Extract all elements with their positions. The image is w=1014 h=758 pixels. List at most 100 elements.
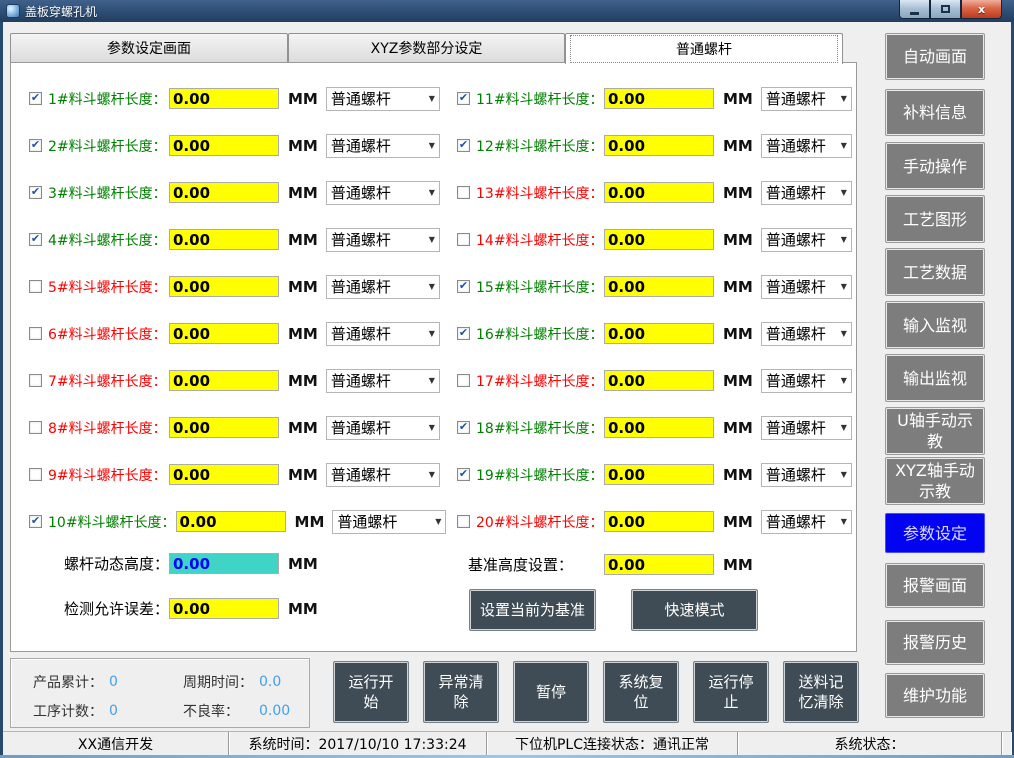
minimize-button[interactable] [899, 0, 930, 19]
hopper-checkbox[interactable]: ✔ [29, 421, 42, 434]
sidebar-button[interactable]: 报警历史 [885, 620, 985, 665]
control-button[interactable]: 暂停 [513, 661, 589, 723]
hopper-row: ✔14#料斗螺杆长度：0.00MM普通螺杆▼ [457, 216, 852, 263]
sidebar-button[interactable]: 手动操作 [885, 142, 985, 190]
dynamic-height-label: 螺杆动态高度： [19, 553, 169, 574]
sidebar-button[interactable]: U轴手动示教 [885, 407, 985, 455]
hopper-checkbox[interactable]: ✔ [457, 186, 470, 199]
screw-length-input[interactable]: 0.00 [604, 370, 714, 391]
hopper-checkbox[interactable]: ✔ [457, 515, 470, 528]
hopper-checkbox[interactable]: ✔ [29, 327, 42, 340]
screw-length-input[interactable]: 0.00 [604, 135, 714, 156]
close-button[interactable]: x [961, 0, 1002, 19]
hopper-checkbox[interactable]: ✔ [457, 92, 470, 105]
title-bar: 盖板穿螺孔机 x [0, 0, 1014, 22]
sidebar-button[interactable]: 参数设定 [885, 513, 985, 553]
screw-type-select[interactable]: 普通螺杆▼ [761, 463, 852, 487]
hopper-checkbox[interactable]: ✔ [29, 139, 42, 152]
screw-length-input[interactable]: 0.00 [604, 323, 714, 344]
screw-type-select[interactable]: 普通螺杆▼ [761, 228, 852, 252]
screw-type-select[interactable]: 普通螺杆▼ [761, 181, 852, 205]
sidebar-button[interactable]: 自动画面 [885, 33, 985, 80]
hopper-checkbox[interactable]: ✔ [29, 515, 42, 528]
sidebar-button[interactable]: 补料信息 [885, 89, 985, 136]
screw-length-input[interactable]: 0.00 [169, 88, 279, 109]
hopper-checkbox[interactable]: ✔ [29, 92, 42, 105]
sidebar-button[interactable]: 输出监视 [885, 354, 985, 402]
screw-type-select[interactable]: 普通螺杆▼ [326, 322, 440, 346]
screw-length-input[interactable]: 0.00 [604, 464, 714, 485]
hopper-checkbox[interactable]: ✔ [457, 327, 470, 340]
hopper-row: ✔4#料斗螺杆长度：0.00MM普通螺杆▼ [29, 216, 446, 263]
screw-length-input[interactable]: 0.00 [169, 323, 279, 344]
screw-type-select[interactable]: 普通螺杆▼ [326, 275, 440, 299]
screw-length-input[interactable]: 0.00 [169, 135, 279, 156]
screw-type-select[interactable]: 普通螺杆▼ [326, 416, 440, 440]
tab-item[interactable]: 参数设定画面 [10, 33, 288, 62]
control-button[interactable]: 异常清除 [423, 661, 499, 723]
control-button[interactable]: 送料记忆清除 [783, 661, 859, 723]
base-height-input[interactable]: 0.00 [604, 554, 714, 575]
screw-type-select[interactable]: 普通螺杆▼ [326, 228, 440, 252]
set-current-as-base-button[interactable]: 设置当前为基准 [469, 589, 596, 631]
sidebar-button[interactable]: 维护功能 [885, 673, 985, 718]
screw-length-input[interactable]: 0.00 [604, 182, 714, 203]
screw-length-input[interactable]: 0.00 [169, 417, 279, 438]
hopper-checkbox[interactable]: ✔ [29, 280, 42, 293]
screw-type-value: 普通螺杆 [766, 88, 826, 109]
screw-type-value: 普通螺杆 [331, 229, 391, 250]
control-button[interactable]: 运行停止 [693, 661, 769, 723]
hopper-checkbox[interactable]: ✔ [29, 468, 42, 481]
sidebar-button[interactable]: 工艺图形 [885, 195, 985, 243]
screw-type-select[interactable]: 普通螺杆▼ [326, 369, 440, 393]
tolerance-input[interactable]: 0.00 [169, 598, 279, 619]
screw-length-input[interactable]: 0.00 [604, 276, 714, 297]
screw-length-input[interactable]: 0.00 [169, 276, 279, 297]
screw-type-select[interactable]: 普通螺杆▼ [761, 416, 852, 440]
hopper-checkbox[interactable]: ✔ [457, 468, 470, 481]
hopper-checkbox[interactable]: ✔ [29, 186, 42, 199]
screw-type-select[interactable]: 普通螺杆▼ [761, 322, 852, 346]
sidebar-button[interactable]: XYZ轴手动示教 [885, 457, 985, 505]
hopper-checkbox[interactable]: ✔ [29, 374, 42, 387]
maximize-button[interactable] [930, 0, 961, 19]
screw-length-input[interactable]: 0.00 [604, 229, 714, 250]
screw-type-select[interactable]: 普通螺杆▼ [326, 134, 440, 158]
screw-length-input[interactable]: 0.00 [169, 182, 279, 203]
control-button[interactable]: 运行开始 [333, 661, 409, 723]
sidebar-button[interactable]: 工艺数据 [885, 248, 985, 296]
screw-type-value: 普通螺杆 [766, 182, 826, 203]
screw-length-input[interactable]: 0.00 [169, 464, 279, 485]
hopper-checkbox[interactable]: ✔ [29, 233, 42, 246]
fast-mode-button[interactable]: 快速模式 [631, 589, 758, 631]
screw-length-input[interactable]: 0.00 [604, 88, 714, 109]
screw-length-input[interactable]: 0.00 [169, 229, 279, 250]
screw-length-input[interactable]: 0.00 [169, 370, 279, 391]
screw-type-select[interactable]: 普通螺杆▼ [326, 463, 440, 487]
hopper-checkbox[interactable]: ✔ [457, 374, 470, 387]
screw-length-input[interactable]: 0.00 [604, 417, 714, 438]
hopper-checkbox[interactable]: ✔ [457, 421, 470, 434]
screw-type-value: 普通螺杆 [766, 464, 826, 485]
sidebar-button[interactable]: 输入监视 [885, 301, 985, 349]
screw-type-select[interactable]: 普通螺杆▼ [761, 134, 852, 158]
tolerance-row: 检测允许误差： 0.00 MM [19, 598, 318, 619]
hopper-checkbox[interactable]: ✔ [457, 233, 470, 246]
screw-type-select[interactable]: 普通螺杆▼ [326, 87, 440, 111]
control-button[interactable]: 系统复位 [603, 661, 679, 723]
screw-length-input[interactable]: 0.00 [604, 511, 714, 532]
tab-item[interactable]: XYZ参数部分设定 [288, 33, 565, 62]
screw-type-select[interactable]: 普通螺杆▼ [326, 181, 440, 205]
screw-type-select[interactable]: 普通螺杆▼ [761, 369, 852, 393]
hopper-checkbox[interactable]: ✔ [457, 280, 470, 293]
screw-type-select[interactable]: 普通螺杆▼ [761, 275, 852, 299]
screw-length-input[interactable]: 0.00 [176, 511, 286, 532]
screw-type-select[interactable]: 普通螺杆▼ [761, 510, 852, 534]
sidebar-button[interactable]: 报警画面 [885, 563, 985, 608]
hopper-checkbox[interactable]: ✔ [457, 139, 470, 152]
screw-type-select[interactable]: 普通螺杆▼ [761, 87, 852, 111]
dropdown-arrow-icon: ▼ [429, 423, 435, 432]
screw-type-select[interactable]: 普通螺杆▼ [332, 510, 446, 534]
tab-item[interactable]: 普通螺杆 [565, 33, 843, 64]
stat-value: 0 [109, 703, 118, 719]
